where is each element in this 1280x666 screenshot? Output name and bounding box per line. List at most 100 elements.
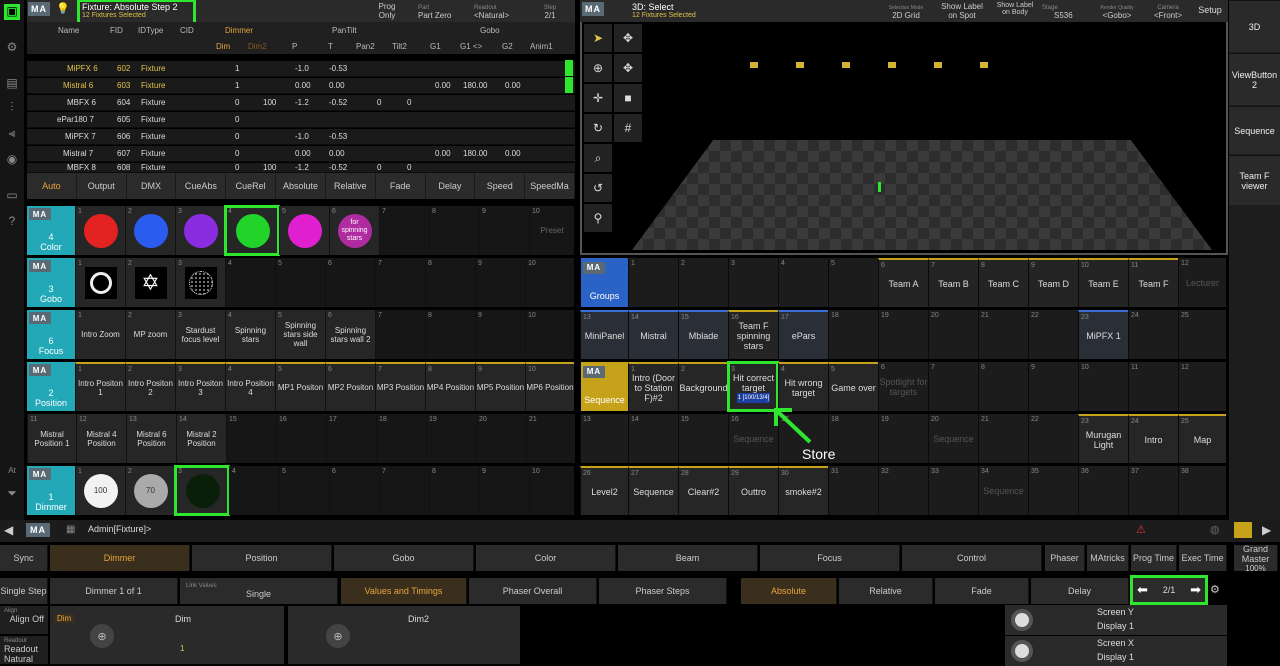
encoder-dim2[interactable]: Dim2 ⊕ bbox=[288, 606, 520, 664]
position-preset[interactable]: 2 Intro Positon 2 bbox=[125, 362, 175, 411]
sequence-empty[interactable]: 32 bbox=[878, 466, 928, 515]
camera-selector[interactable]: Camera <Front> bbox=[1146, 2, 1190, 20]
sub-dim[interactable]: Dim bbox=[216, 42, 230, 51]
pool-empty[interactable]: 21 bbox=[526, 414, 575, 463]
screen-y-knob-icon[interactable] bbox=[1011, 609, 1033, 631]
sequence-empty[interactable]: 19 bbox=[878, 414, 928, 463]
group-mistral[interactable]: 14 Mistral bbox=[628, 310, 678, 359]
group-mipfx-1[interactable]: 23 MiPFX 1 bbox=[1078, 310, 1128, 359]
encoder-knob-icon[interactable]: ⊕ bbox=[326, 624, 350, 648]
sub-dim2[interactable]: Dim2 bbox=[248, 42, 267, 51]
group-empty[interactable]: 3 bbox=[728, 258, 778, 307]
sub-g1[interactable]: G1 bbox=[430, 42, 441, 51]
sequence-game-over[interactable]: 5 Game over bbox=[828, 362, 878, 411]
group-empty[interactable]: 1 bbox=[628, 258, 678, 307]
absolute-mode-button[interactable]: Absolute bbox=[741, 578, 837, 604]
sequence-intro-door[interactable]: 1 Intro (Door to Station F)#2 bbox=[628, 362, 678, 411]
readout-control[interactable]: Readout Readout Natural bbox=[0, 636, 48, 664]
screen-icon[interactable]: ▭ bbox=[4, 188, 20, 204]
filter-icon[interactable]: ⏷ bbox=[4, 486, 20, 502]
gobo-pool-title[interactable]: MA 3 Gobo bbox=[27, 258, 75, 307]
align-control[interactable]: Align Align Off bbox=[0, 606, 48, 634]
color-preset-blue[interactable]: 2 bbox=[125, 206, 175, 255]
focus-preset[interactable]: 1 Intro Zoom bbox=[75, 310, 125, 359]
pool-empty[interactable]: 5 bbox=[279, 466, 329, 515]
position-preset[interactable]: 11 Mistral Position 1 bbox=[27, 414, 76, 463]
select-arrow-icon[interactable]: ➤ bbox=[584, 24, 612, 52]
view-button-3d[interactable]: 3D bbox=[1229, 0, 1280, 52]
sequence-map[interactable]: 25 Map bbox=[1178, 414, 1226, 463]
auto-button[interactable]: Auto bbox=[27, 173, 77, 199]
group-empty[interactable]: 24 bbox=[1128, 310, 1178, 359]
dimmer-pool-title[interactable]: MA 1 Dimmer bbox=[27, 466, 75, 515]
show-label-spot[interactable]: Show Label on Spot bbox=[936, 2, 988, 20]
pool-empty[interactable]: 5 bbox=[275, 258, 325, 307]
group-empty[interactable]: 2 bbox=[678, 258, 728, 307]
col-dimmer[interactable]: Dimmer bbox=[225, 26, 253, 35]
group-empty[interactable]: 5 bbox=[828, 258, 878, 307]
position-preset[interactable]: 13 Mistral 6 Position bbox=[126, 414, 176, 463]
grand-master[interactable]: Grand Master 100% bbox=[1234, 544, 1278, 573]
stage-selector[interactable]: Stage S536 bbox=[1042, 2, 1086, 20]
view-button-sequence[interactable]: Sequence bbox=[1229, 106, 1280, 154]
output-button[interactable]: Output bbox=[77, 173, 127, 199]
delay-button[interactable]: Delay bbox=[426, 173, 476, 199]
viewer-title[interactable]: 3D: Select 12 Fixtures Selected bbox=[632, 2, 772, 19]
store-icon[interactable]: ▤ bbox=[4, 76, 20, 92]
pool-empty[interactable]: 4 bbox=[229, 466, 279, 515]
sequence-murugan-light[interactable]: 23 Murugan Light bbox=[1078, 414, 1128, 463]
back-arrow-icon[interactable]: ◀ bbox=[4, 523, 13, 537]
feature-dimmer[interactable]: Dimmer bbox=[50, 545, 190, 571]
sequence-empty[interactable]: 12 bbox=[1178, 362, 1226, 411]
focus-preset[interactable]: 3 Stardust focus level bbox=[175, 310, 225, 359]
sequence-placeholder[interactable]: 20 Sequence bbox=[928, 414, 978, 463]
sub-g2[interactable]: G2 bbox=[502, 42, 513, 51]
show-label-body[interactable]: Show Label on Body bbox=[992, 2, 1038, 16]
view-button-team-f[interactable]: Team F viewer bbox=[1229, 155, 1280, 205]
relative-button[interactable]: Relative bbox=[326, 173, 376, 199]
gobo-preset-ring[interactable]: 1 bbox=[75, 258, 125, 307]
part-selector[interactable]: Part Part Zero bbox=[418, 2, 468, 20]
gear-icon[interactable]: ⚙ bbox=[4, 40, 20, 56]
mixer-icon[interactable]: ⫷ bbox=[4, 126, 20, 142]
cuerel-button[interactable]: CueRel bbox=[226, 173, 277, 199]
gobo-preset-star[interactable]: 2 ✡ bbox=[125, 258, 175, 307]
dimmer-of-label[interactable]: Dimmer 1 of 1 bbox=[50, 578, 178, 604]
sequence-empty[interactable]: 33 bbox=[928, 466, 978, 515]
gobo-preset-dots[interactable]: 3 bbox=[175, 258, 225, 307]
pool-empty[interactable]: 7 bbox=[379, 466, 429, 515]
fade-button[interactable]: Fade bbox=[376, 173, 426, 199]
group-team-f-spinning-stars[interactable]: 16 Team F spinning stars bbox=[728, 310, 778, 359]
feature-color[interactable]: Color bbox=[476, 545, 616, 571]
step-next-icon[interactable]: ➡ bbox=[1190, 582, 1201, 598]
zoom-icon[interactable]: ⌕ bbox=[584, 144, 612, 172]
sequence-intro[interactable]: 24 Intro bbox=[1128, 414, 1178, 463]
exec-time-button[interactable]: Exec Time bbox=[1179, 545, 1227, 571]
step-selector[interactable]: Step 2/1 bbox=[530, 2, 570, 20]
pan-icon[interactable]: ✥ bbox=[614, 54, 642, 82]
pool-empty[interactable]: 7 bbox=[379, 206, 429, 255]
shortcut-icon[interactable] bbox=[1234, 522, 1252, 538]
user-icon[interactable]: ◉ bbox=[4, 152, 20, 168]
col-name[interactable]: Name bbox=[58, 26, 79, 35]
pool-empty[interactable]: 9 bbox=[479, 206, 529, 255]
table-row[interactable]: MBFX 8 608 Fixture 0 100 -1.2 -0.52 0 0 bbox=[27, 163, 575, 173]
sequence-outtro[interactable]: 29 Outtro bbox=[728, 466, 778, 515]
sequence-empty[interactable]: 35 bbox=[1028, 466, 1078, 515]
group-empty[interactable]: 19 bbox=[878, 310, 928, 359]
col-gobo[interactable]: Gobo bbox=[480, 26, 500, 35]
position-preset[interactable]: 4 Intro Position 4 bbox=[225, 362, 275, 411]
sequence-spotlight[interactable]: 6 Spotlight for targets bbox=[878, 362, 928, 411]
sub-tilt2[interactable]: Tilt2 bbox=[392, 42, 407, 51]
group-empty[interactable]: 25 bbox=[1178, 310, 1226, 359]
pool-empty[interactable]: 6 bbox=[329, 466, 379, 515]
sub-g1-rot[interactable]: G1 <> bbox=[460, 42, 482, 51]
help-icon[interactable]: ? bbox=[4, 214, 20, 230]
group-mblade[interactable]: 15 Mblade bbox=[678, 310, 728, 359]
color-preset-green[interactable]: 4 bbox=[224, 205, 280, 256]
prog-time-button[interactable]: Prog Time bbox=[1131, 545, 1177, 571]
position-preset[interactable]: 3 Intro Positon 3 bbox=[175, 362, 225, 411]
camera-icon[interactable]: ■ bbox=[614, 84, 642, 112]
focus-pool-title[interactable]: MA 6 Focus bbox=[27, 310, 75, 359]
sequence-empty[interactable]: 18 bbox=[828, 414, 878, 463]
